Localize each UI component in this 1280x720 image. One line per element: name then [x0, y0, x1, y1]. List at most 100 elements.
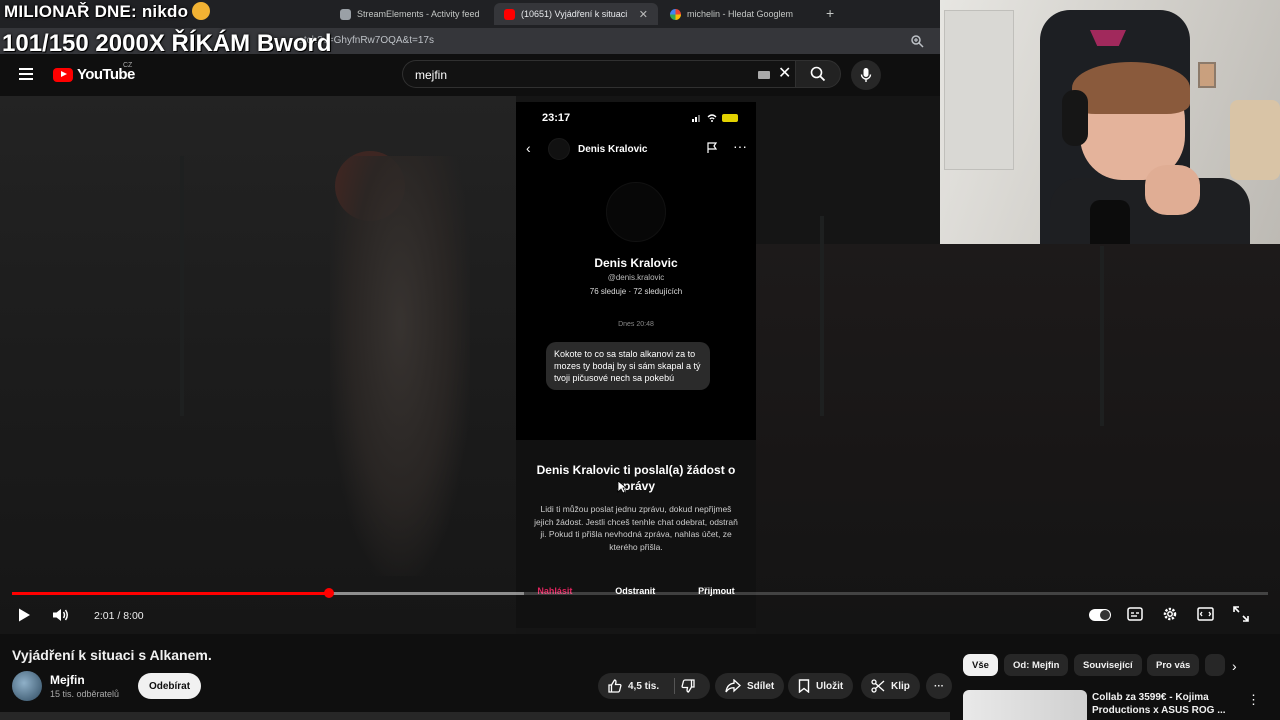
share-icon — [725, 679, 741, 693]
chip-for-you[interactable]: Pro vás — [1147, 654, 1200, 676]
channel-name[interactable]: Mejfin — [50, 673, 85, 687]
signal-icon — [692, 115, 700, 122]
close-tab-icon[interactable]: ✕ — [639, 8, 648, 21]
scissors-icon — [871, 679, 885, 693]
fullscreen-icon[interactable] — [1233, 606, 1249, 622]
phone-status-icons — [692, 114, 738, 122]
mouse-cursor-icon — [617, 480, 627, 494]
new-tab-plus-icon[interactable]: + — [826, 5, 834, 21]
subscribe-button[interactable]: Odebírat — [138, 673, 201, 699]
more-horizontal-icon: ··· — [934, 680, 944, 692]
recommended-video-title[interactable]: Collab za 3599€ - Kojima Productions x A… — [1092, 691, 1232, 717]
thumbs-down-icon[interactable] — [681, 679, 695, 693]
save-label: Uložit — [816, 680, 844, 692]
palm-tree-silhouette — [1100, 246, 1104, 426]
search-input-value[interactable]: mejfin — [415, 68, 447, 82]
region-code: CZ — [123, 62, 133, 69]
like-button[interactable]: 4,5 tis. — [608, 679, 659, 693]
theater-mode-icon[interactable] — [1197, 607, 1214, 621]
recommended-more-icon[interactable]: ⋮ — [1247, 692, 1260, 708]
back-arrow-icon: ‹ — [526, 140, 531, 156]
pensive-emoji-icon — [192, 2, 211, 20]
message-request-sheet: Denis Kralovic ti poslal(a) žádost o zpr… — [516, 440, 756, 628]
chip-from-channel[interactable]: Od: Mejfin — [1004, 654, 1069, 676]
share-label: Sdílet — [747, 680, 775, 692]
phone-screenshot: 23:17 ‹ Denis Kralovic ··· Denis Kralovi… — [516, 102, 756, 628]
bookmark-icon — [798, 679, 810, 693]
streamer-hand — [1145, 165, 1200, 215]
profile-name: Denis Kralovic — [594, 256, 678, 270]
search-input[interactable]: mejfin ✕ — [402, 60, 795, 88]
zoom-icon[interactable] — [910, 34, 924, 48]
tab-label: (10651) Vyjádření k situaci s Alka — [521, 9, 627, 19]
chat-header-name: Denis Kralovic — [578, 144, 648, 155]
progress-played — [12, 592, 329, 595]
overlay-line1-text: MILIONAŘ DNE: nikdo — [4, 2, 189, 21]
recommended-video-thumbnail[interactable] — [963, 690, 1087, 720]
video-title: Vyjádření k situaci s Alkanem. — [12, 647, 212, 663]
microphone-stand — [1090, 200, 1130, 244]
channel-avatar[interactable] — [12, 671, 42, 701]
message-date: Dnes 20:48 — [618, 321, 654, 328]
subtitles-icon[interactable] — [1127, 607, 1143, 621]
more-options-icon: ··· — [733, 138, 747, 154]
play-icon[interactable] — [16, 607, 32, 623]
settings-gear-icon[interactable] — [1162, 606, 1178, 622]
tab-streamelements[interactable]: StreamElements - Activity feed — [330, 3, 490, 25]
microphone-icon — [860, 68, 872, 82]
request-sheet-title: Denis Kralovic ti poslal(a) žádost o zpr… — [536, 463, 736, 493]
sender-avatar-small — [548, 138, 570, 160]
streamelements-favicon-icon — [340, 8, 351, 20]
phone-clock: 23:17 — [542, 112, 571, 124]
voice-search-button[interactable] — [851, 60, 881, 90]
search-icon — [810, 66, 826, 82]
comments-area-strip — [0, 712, 950, 720]
webcam-picture-frame — [1198, 62, 1216, 88]
search-button[interactable] — [795, 60, 841, 88]
webcam-overlay — [940, 0, 1280, 244]
chip-related[interactable]: Související — [1074, 654, 1142, 676]
video-background-right — [756, 244, 1280, 634]
menu-icon[interactable] — [19, 68, 33, 80]
chip-all[interactable]: Vše — [963, 654, 998, 676]
clear-search-icon[interactable]: ✕ — [778, 66, 791, 82]
palm-tree-silhouette — [820, 216, 824, 416]
palm-tree-silhouette — [180, 156, 184, 416]
battery-icon — [722, 114, 738, 122]
wifi-icon — [707, 114, 717, 122]
tab-label: michelin - Hledat Googlem — [687, 9, 794, 19]
profile-follow-stats: 76 sleduje · 72 sledujících — [589, 287, 683, 296]
game-character-figure — [330, 156, 470, 576]
video-info-area: Vyjádření k situaci s Alkanem. Mejfin 15… — [0, 634, 1280, 720]
webcam-sofa — [1230, 100, 1280, 180]
profile-handle: @denis.kralovic — [607, 273, 665, 282]
sender-avatar-large — [606, 182, 666, 242]
youtube-play-logo-icon — [53, 67, 73, 82]
progress-scrubber-handle[interactable] — [324, 588, 334, 598]
tab-youtube-video[interactable]: (10651) Vyjádření k situaci s Alka ✕ — [494, 3, 658, 25]
subscriber-count: 15 tis. odběratelů — [50, 689, 120, 699]
tab-google-search[interactable]: michelin - Hledat Googlem — [660, 3, 820, 25]
thumbs-up-icon — [608, 679, 622, 693]
stream-overlay-millionaire: MILIONAŘ DNE: nikdo — [4, 2, 211, 22]
keyboard-icon[interactable] — [758, 71, 770, 79]
save-button[interactable]: Uložit — [788, 673, 854, 699]
video-time: 2:01 / 8:00 — [94, 610, 144, 622]
headset-icon — [1062, 90, 1088, 146]
clip-button[interactable]: Klip — [861, 673, 920, 699]
autoplay-toggle[interactable] — [1089, 609, 1111, 621]
share-button[interactable]: Sdílet — [715, 673, 785, 699]
webcam-door — [944, 10, 1014, 170]
clip-label: Klip — [891, 680, 910, 692]
youtube-favicon-icon — [504, 8, 515, 20]
flag-icon — [707, 142, 718, 153]
more-actions-button[interactable]: ··· — [926, 673, 952, 699]
request-sheet-body: Lidi ti můžou poslat jednu zprávu, dokud… — [534, 504, 738, 552]
youtube-masthead: YouTube CZ mejfin ✕ — [0, 54, 940, 96]
chips-next-arrow-icon[interactable]: › — [1232, 658, 1237, 674]
message-bubble: Kokote to co sa stalo alkanovi za to moz… — [546, 342, 710, 390]
volume-icon[interactable] — [52, 607, 70, 623]
chip-truncated[interactable] — [1205, 654, 1225, 676]
tab-label: StreamElements - Activity feed — [357, 9, 480, 19]
google-favicon-icon — [670, 8, 681, 20]
